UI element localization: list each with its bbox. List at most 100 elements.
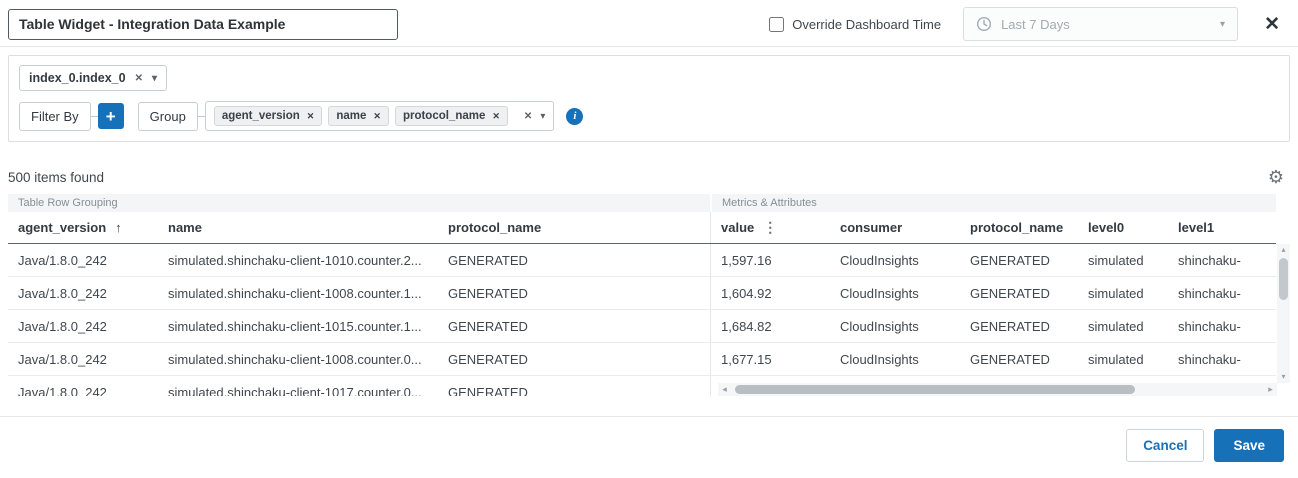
cell: CloudInsights (830, 310, 960, 342)
dialog-header: Override Dashboard Time Last 7 Days ▾ ✕ (0, 0, 1298, 46)
items-found-count: 500 items found (8, 170, 104, 185)
cell: shinchaku- (1168, 343, 1276, 375)
table-row[interactable]: Java/1.8.0_242 simulated.shinchaku-clien… (8, 277, 1276, 310)
column-header-value[interactable]: value ⋮ (710, 212, 830, 243)
dialog-footer: Cancel Save (0, 417, 1298, 462)
cell: 1,677.15 (710, 343, 830, 375)
cell: GENERATED (438, 343, 710, 375)
cell: simulated.shinchaku-client-1015.counter.… (158, 310, 438, 342)
cell: GENERATED (960, 277, 1078, 309)
horizontal-scrollbar[interactable]: ◂ ▸ (718, 383, 1277, 396)
cell: GENERATED (438, 244, 710, 276)
dataset-label: index_0.index_0 (29, 71, 126, 85)
column-header-name[interactable]: name (158, 212, 438, 243)
column-label: protocol_name (970, 220, 1063, 235)
cell: shinchaku- (1168, 310, 1276, 342)
group-chip-agent-version[interactable]: agent_version ✕ (214, 106, 323, 126)
column-label: protocol_name (448, 220, 541, 235)
cell: GENERATED (438, 277, 710, 309)
column-label: value (721, 220, 754, 235)
cell: GENERATED (438, 376, 710, 396)
cell: Java/1.8.0_242 (8, 310, 158, 342)
override-dashboard-time-label: Override Dashboard Time (792, 17, 941, 32)
column-header-protocol-name[interactable]: protocol_name (438, 212, 710, 243)
cell: GENERATED (960, 343, 1078, 375)
column-label: level0 (1088, 220, 1124, 235)
time-range-select[interactable]: Last 7 Days ▾ (963, 7, 1238, 41)
cell: GENERATED (960, 244, 1078, 276)
info-icon[interactable]: i (566, 108, 583, 125)
chip-label: agent_version (222, 110, 300, 122)
save-button[interactable]: Save (1214, 429, 1284, 462)
group-chip-name[interactable]: name ✕ (328, 106, 389, 126)
time-range-value: Last 7 Days (1001, 17, 1070, 32)
override-dashboard-time-checkbox[interactable] (769, 17, 784, 32)
column-label: consumer (840, 220, 902, 235)
column-header-consumer[interactable]: consumer (830, 212, 960, 243)
column-label: name (168, 220, 202, 235)
cell: simulated (1078, 277, 1168, 309)
widget-title-input[interactable] (8, 9, 398, 40)
gear-icon[interactable]: ⚙ (1268, 168, 1284, 186)
cell: simulated.shinchaku-client-1017.counter.… (158, 376, 438, 396)
sort-ascending-icon[interactable]: ↑ (115, 220, 122, 235)
group-chip-protocol-name[interactable]: protocol_name ✕ (395, 106, 508, 126)
column-menu-icon[interactable]: ⋮ (763, 219, 777, 236)
cell: simulated.shinchaku-client-1008.counter.… (158, 277, 438, 309)
column-label: level1 (1178, 220, 1214, 235)
cell: shinchaku- (1168, 277, 1276, 309)
remove-icon[interactable]: ✕ (307, 111, 315, 122)
remove-icon[interactable]: ✕ (373, 111, 381, 122)
cell: simulated (1078, 310, 1168, 342)
cell: 1,604.92 (710, 277, 830, 309)
scroll-down-icon[interactable]: ▾ (1281, 371, 1285, 383)
scroll-up-icon[interactable]: ▴ (1281, 244, 1285, 256)
clear-all-icon[interactable]: ✕ (524, 111, 532, 122)
cell: CloudInsights (830, 343, 960, 375)
chevron-down-icon[interactable]: ▾ (152, 73, 157, 84)
close-icon[interactable]: ✕ (1260, 13, 1284, 36)
chevron-down-icon: ▾ (1220, 19, 1225, 30)
group-header-row-grouping: Table Row Grouping (8, 194, 710, 212)
remove-icon[interactable]: ✕ (492, 111, 500, 122)
cancel-button[interactable]: Cancel (1126, 429, 1204, 462)
cell: simulated.shinchaku-client-1010.counter.… (158, 244, 438, 276)
table-header-row: agent_version ↑ name protocol_name value… (8, 212, 1276, 244)
column-header-agent-version[interactable]: agent_version ↑ (8, 212, 158, 243)
scroll-right-icon[interactable]: ▸ (1264, 384, 1277, 395)
vertical-scrollbar[interactable]: ▴ ▾ (1277, 244, 1290, 383)
table-row[interactable]: Java/1.8.0_242 simulated.shinchaku-clien… (8, 343, 1276, 376)
column-header-level1[interactable]: level1 (1168, 212, 1276, 243)
table-row[interactable]: Java/1.8.0_242 simulated.shinchaku-clien… (8, 310, 1276, 343)
group-button[interactable]: Group (138, 102, 198, 131)
chip-label: name (336, 110, 366, 122)
cell: 1,597.16 (710, 244, 830, 276)
scroll-left-icon[interactable]: ◂ (718, 384, 731, 395)
remove-icon[interactable]: ✕ (135, 73, 143, 84)
dataset-selector[interactable]: index_0.index_0 ✕ ▾ (19, 65, 167, 91)
vertical-scroll-thumb[interactable] (1279, 258, 1288, 300)
column-header-level0[interactable]: level0 (1078, 212, 1168, 243)
header-divider (0, 46, 1298, 47)
column-group-header: Table Row Grouping Metrics & Attributes (8, 194, 1276, 212)
horizontal-scroll-thumb[interactable] (735, 385, 1135, 394)
override-dashboard-time[interactable]: Override Dashboard Time (769, 17, 941, 32)
filter-by-button[interactable]: Filter By (19, 102, 91, 131)
cell: simulated (1078, 244, 1168, 276)
cell: GENERATED (438, 310, 710, 342)
results-table: Table Row Grouping Metrics & Attributes … (8, 194, 1290, 396)
chevron-down-icon[interactable]: ▾ (540, 111, 545, 122)
connector-line (91, 116, 98, 117)
query-panel: index_0.index_0 ✕ ▾ Filter By + Group ag… (8, 55, 1290, 142)
cell: simulated (1078, 343, 1168, 375)
column-header-protocol-name-2[interactable]: protocol_name (960, 212, 1078, 243)
cell: shinchaku- (1168, 244, 1276, 276)
cell: simulated.shinchaku-client-1008.counter.… (158, 343, 438, 375)
add-filter-button[interactable]: + (98, 103, 124, 129)
cell: GENERATED (960, 310, 1078, 342)
cell: Java/1.8.0_242 (8, 376, 158, 396)
group-header-metrics-attributes: Metrics & Attributes (712, 194, 1276, 212)
cell: CloudInsights (830, 244, 960, 276)
table-row[interactable]: Java/1.8.0_242 simulated.shinchaku-clien… (8, 244, 1276, 277)
group-by-field[interactable]: agent_version ✕ name ✕ protocol_name ✕ ✕… (205, 101, 555, 131)
